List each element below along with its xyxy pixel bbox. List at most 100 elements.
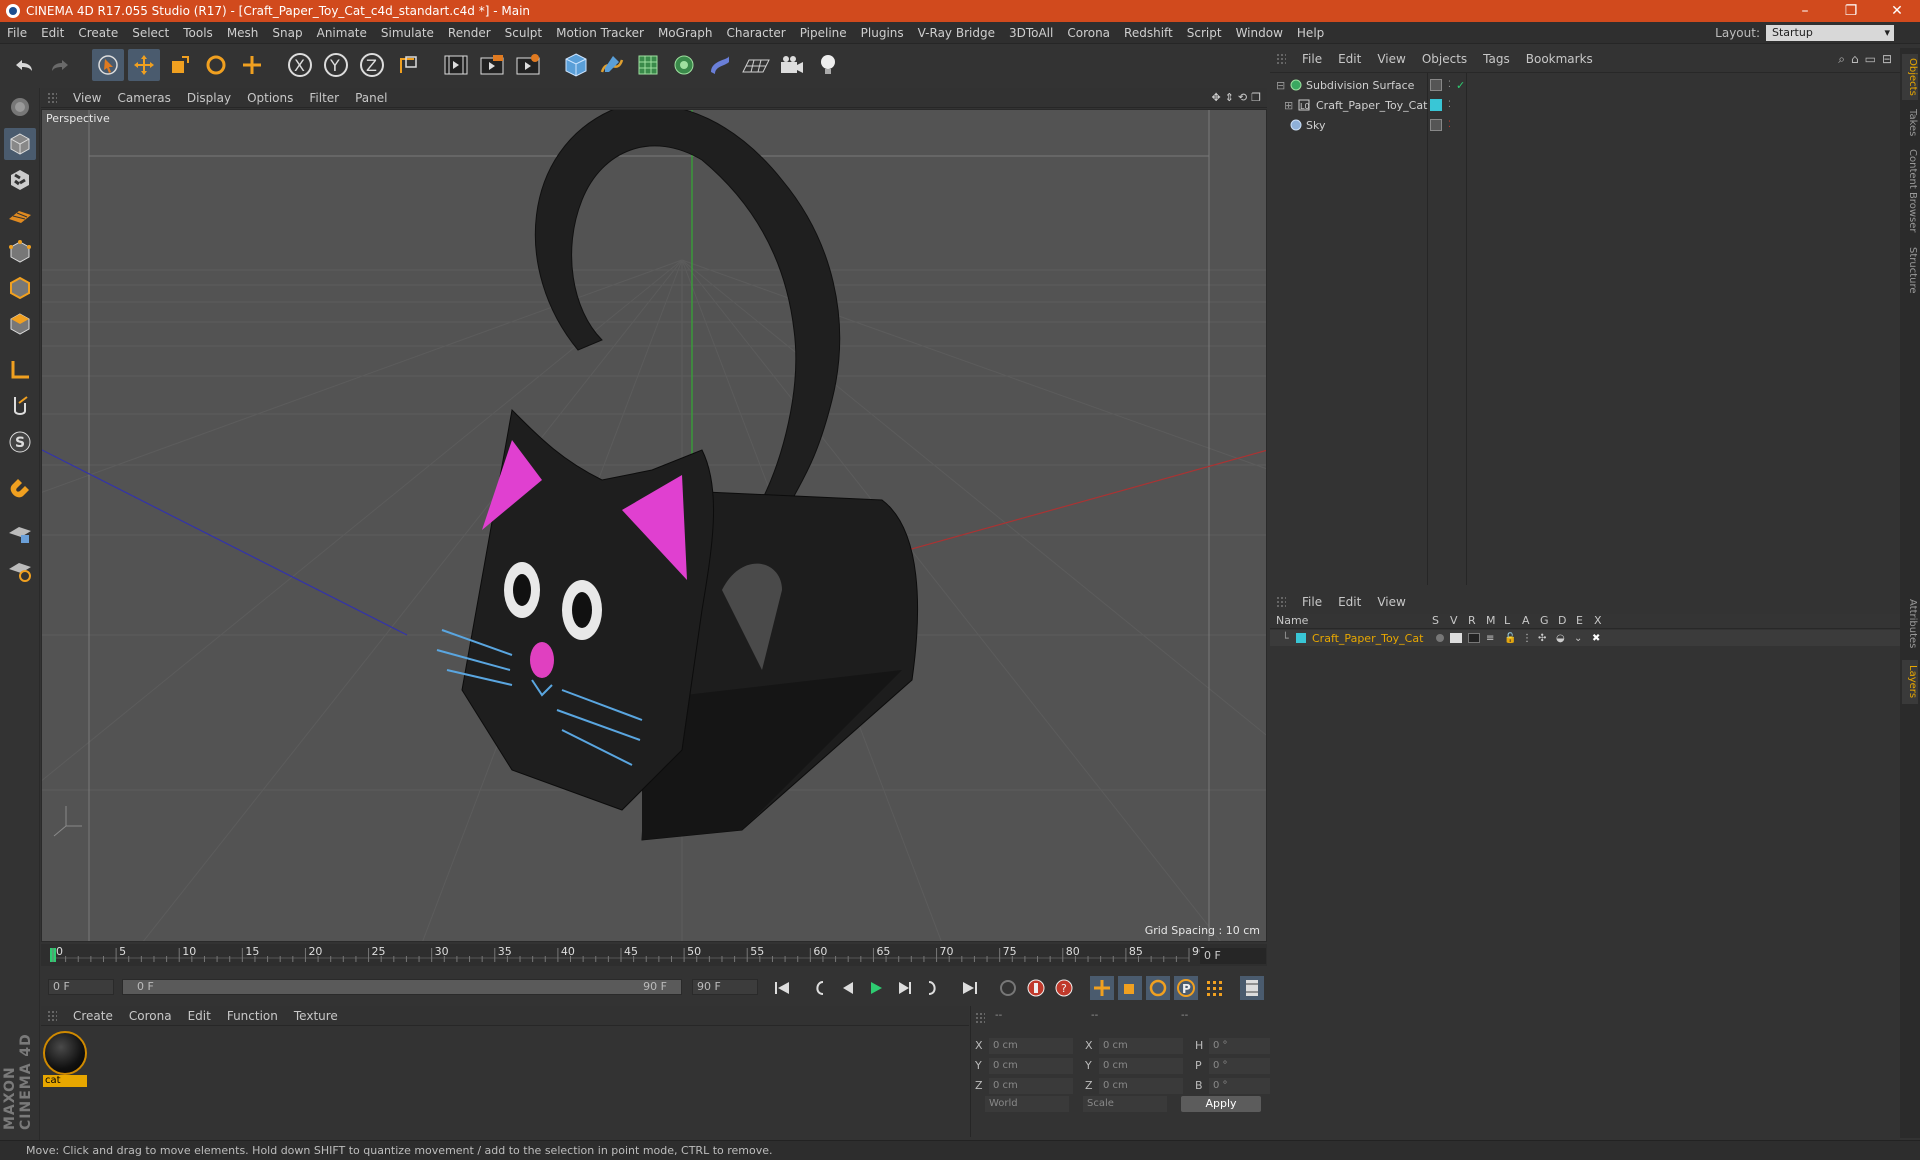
size-x-field[interactable]: 0 cm xyxy=(1099,1038,1183,1054)
rotation-p-field[interactable]: 0 ° xyxy=(1209,1058,1279,1074)
material-menu-create[interactable]: Create xyxy=(65,1009,121,1023)
lock-toggle-icon[interactable]: 🔓 xyxy=(1504,633,1516,644)
rotation-b-field[interactable]: 0 ° xyxy=(1209,1078,1279,1094)
solo-toggle-icon[interactable] xyxy=(1436,634,1444,642)
live-selection-icon[interactable] xyxy=(92,49,124,81)
start-frame-field[interactable]: 0 F xyxy=(48,979,114,995)
size-mode-dropdown[interactable]: Scale xyxy=(1083,1096,1167,1112)
workplane-mode-icon[interactable] xyxy=(4,200,36,232)
object-menu-bookmarks[interactable]: Bookmarks xyxy=(1518,52,1601,66)
expand-icon[interactable]: ⊞ xyxy=(1284,99,1293,112)
enabled-check-icon[interactable]: ✓ xyxy=(1456,79,1465,92)
snap-magnet-icon[interactable] xyxy=(4,472,36,504)
floor-icon[interactable] xyxy=(740,49,772,81)
menu-select[interactable]: Select xyxy=(125,26,176,40)
object-menu-view[interactable]: View xyxy=(1369,52,1413,66)
material-menu-function[interactable]: Function xyxy=(219,1009,286,1023)
layer-menu-file[interactable]: File xyxy=(1294,595,1330,609)
layer-color-swatch[interactable] xyxy=(1296,633,1306,643)
record-keys-icon[interactable] xyxy=(1024,976,1048,1000)
undo-icon[interactable] xyxy=(8,49,40,81)
locked-workplane-icon[interactable] xyxy=(4,554,36,586)
make-editable-icon[interactable] xyxy=(4,92,36,124)
menu-character[interactable]: Character xyxy=(719,26,792,40)
position-x-field[interactable]: 0 cm xyxy=(989,1038,1073,1054)
last-tool-icon[interactable] xyxy=(236,49,268,81)
key-position-icon[interactable] xyxy=(1090,976,1114,1000)
deformers-toggle-icon[interactable]: ◒ xyxy=(1556,633,1565,644)
menu-script[interactable]: Script xyxy=(1180,26,1229,40)
menu-edit[interactable]: Edit xyxy=(34,26,71,40)
subdivision-surface-icon[interactable] xyxy=(632,49,664,81)
menu-window[interactable]: Window xyxy=(1229,26,1290,40)
visibility-dots-icon[interactable]: ⁚ xyxy=(1448,100,1451,110)
minimize-button[interactable]: – xyxy=(1782,0,1828,22)
size-z-field[interactable]: 0 cm xyxy=(1099,1078,1183,1094)
object-menu-edit[interactable]: Edit xyxy=(1330,52,1369,66)
menu-simulate[interactable]: Simulate xyxy=(374,26,441,40)
panel-grip-icon[interactable] xyxy=(975,1012,985,1024)
maximize-panel-icon[interactable]: ⊟ xyxy=(1882,52,1892,67)
material-menu-edit[interactable]: Edit xyxy=(180,1009,219,1023)
object-row-craft-paper-toy-cat[interactable]: ⊞ L0 Craft_Paper_Toy_Cat ⁚ xyxy=(1270,95,1900,115)
layer-col-manager[interactable]: M xyxy=(1486,614,1496,627)
animation-toggle-icon[interactable]: ⋮ xyxy=(1522,633,1532,644)
camera-icon[interactable] xyxy=(776,49,808,81)
layer-tag-icon[interactable] xyxy=(1430,79,1442,91)
object-menu-tags[interactable]: Tags xyxy=(1475,52,1518,66)
end-frame-field[interactable]: 90 F xyxy=(692,979,758,995)
layer-tag-icon[interactable] xyxy=(1430,119,1442,131)
previous-key-icon[interactable] xyxy=(808,976,832,1000)
viewport-menu-view[interactable]: View xyxy=(65,91,109,105)
menu-mesh[interactable]: Mesh xyxy=(220,26,266,40)
menu-render[interactable]: Render xyxy=(441,26,498,40)
viewport-menu-display[interactable]: Display xyxy=(179,91,239,105)
size-y-field[interactable]: 0 cm xyxy=(1099,1058,1183,1074)
key-pla-icon[interactable] xyxy=(1202,976,1226,1000)
object-menu-objects[interactable]: Objects xyxy=(1414,52,1475,66)
go-to-end-icon[interactable] xyxy=(958,976,982,1000)
next-key-icon[interactable] xyxy=(920,976,944,1000)
expressions-toggle-icon[interactable]: ⌄ xyxy=(1574,633,1582,644)
visibility-dots-icon[interactable]: ⁚ xyxy=(1448,120,1451,130)
side-tab-objects[interactable]: Objects xyxy=(1902,54,1918,100)
layer-col-visible[interactable]: V xyxy=(1450,614,1458,627)
viewport-menu-filter[interactable]: Filter xyxy=(301,91,347,105)
visible-toggle-icon[interactable] xyxy=(1450,633,1462,643)
key-parameter-icon[interactable]: P xyxy=(1174,976,1198,1000)
viewport-maximize-icon[interactable]: ❐ xyxy=(1251,91,1261,104)
previous-frame-icon[interactable] xyxy=(836,976,860,1000)
object-name[interactable]: Subdivision Surface xyxy=(1306,79,1414,92)
object-menu-file[interactable]: File xyxy=(1294,52,1330,66)
polygons-mode-icon[interactable] xyxy=(4,308,36,340)
frame-range-slider[interactable]: 0 F 90 F xyxy=(122,979,682,995)
position-z-field[interactable]: 0 cm xyxy=(989,1078,1073,1094)
menu-plugins[interactable]: Plugins xyxy=(854,26,911,40)
move-tool-icon[interactable] xyxy=(128,49,160,81)
y-axis-icon[interactable]: Y xyxy=(320,49,352,81)
edges-mode-icon[interactable] xyxy=(4,272,36,304)
menu-pipeline[interactable]: Pipeline xyxy=(793,26,854,40)
timeline-ruler[interactable]: 0 5 10 15 20 25 30 35 40 45 50 55 60 65 70 75 80 85 90 xyxy=(41,944,1267,966)
panel-grip-icon[interactable] xyxy=(47,92,57,104)
render-view-icon[interactable] xyxy=(440,49,472,81)
layer-col-render[interactable]: R xyxy=(1468,614,1476,627)
rotate-tool-icon[interactable] xyxy=(200,49,232,81)
side-tab-takes[interactable]: Takes xyxy=(1902,106,1918,140)
side-tab-content-browser[interactable]: Content Browser xyxy=(1902,146,1918,236)
go-to-start-icon[interactable] xyxy=(770,976,794,1000)
menu-snap[interactable]: Snap xyxy=(265,26,309,40)
menu-animate[interactable]: Animate xyxy=(310,26,374,40)
tweak-mode-icon[interactable] xyxy=(4,390,36,422)
layer-col-expressions[interactable]: E xyxy=(1576,614,1583,627)
menu-file[interactable]: File xyxy=(0,26,34,40)
side-tab-attributes[interactable]: Attributes xyxy=(1902,596,1918,652)
cloner-icon[interactable] xyxy=(668,49,700,81)
position-y-field[interactable]: 0 cm xyxy=(989,1058,1073,1074)
menu-motion-tracker[interactable]: Motion Tracker xyxy=(549,26,651,40)
viewport-menu-panel[interactable]: Panel xyxy=(347,91,395,105)
layer-menu-edit[interactable]: Edit xyxy=(1330,595,1369,609)
3d-viewport[interactable]: Perspective Grid Spacing : 10 cm xyxy=(41,109,1267,942)
menu-create[interactable]: Create xyxy=(71,26,125,40)
rotation-h-field[interactable]: 0 ° xyxy=(1209,1038,1279,1054)
